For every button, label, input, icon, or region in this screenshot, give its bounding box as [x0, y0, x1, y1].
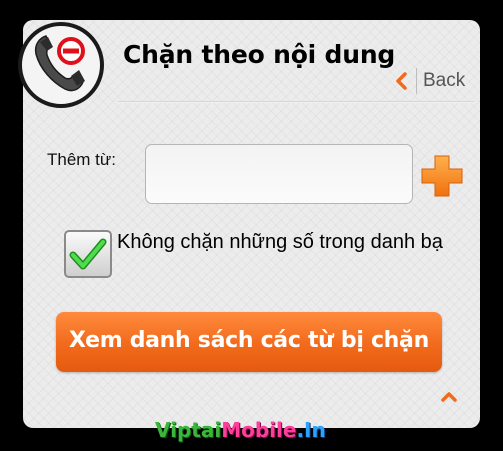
chevron-left-icon: [396, 72, 407, 90]
header-divider: [118, 101, 474, 103]
checkmark-icon: [69, 238, 107, 270]
add-word-input[interactable]: [145, 144, 413, 204]
phone-block-icon: [18, 22, 104, 108]
divider: [416, 68, 417, 94]
watermark-part-3: .In: [296, 418, 326, 442]
watermark-part-2: Mobile: [221, 418, 297, 442]
do-not-block-contacts-checkbox[interactable]: [64, 230, 112, 278]
chevron-up-icon[interactable]: [440, 390, 458, 402]
add-word-label: Thêm từ:: [47, 150, 117, 169]
page-title: Chặn theo nội dung: [123, 40, 396, 69]
checkbox-label: Không chặn những số trong danh bạ: [117, 231, 443, 253]
add-word-button[interactable]: [419, 153, 465, 199]
back-button[interactable]: Back: [392, 66, 472, 96]
watermark-part-1: Viptai: [155, 418, 222, 442]
back-label: Back: [423, 70, 466, 91]
view-blocked-words-button[interactable]: Xem danh sách các từ bị chặn: [56, 312, 442, 372]
watermark-logo: Viptai Mobile .In: [155, 412, 335, 442]
plus-icon: [421, 155, 463, 197]
